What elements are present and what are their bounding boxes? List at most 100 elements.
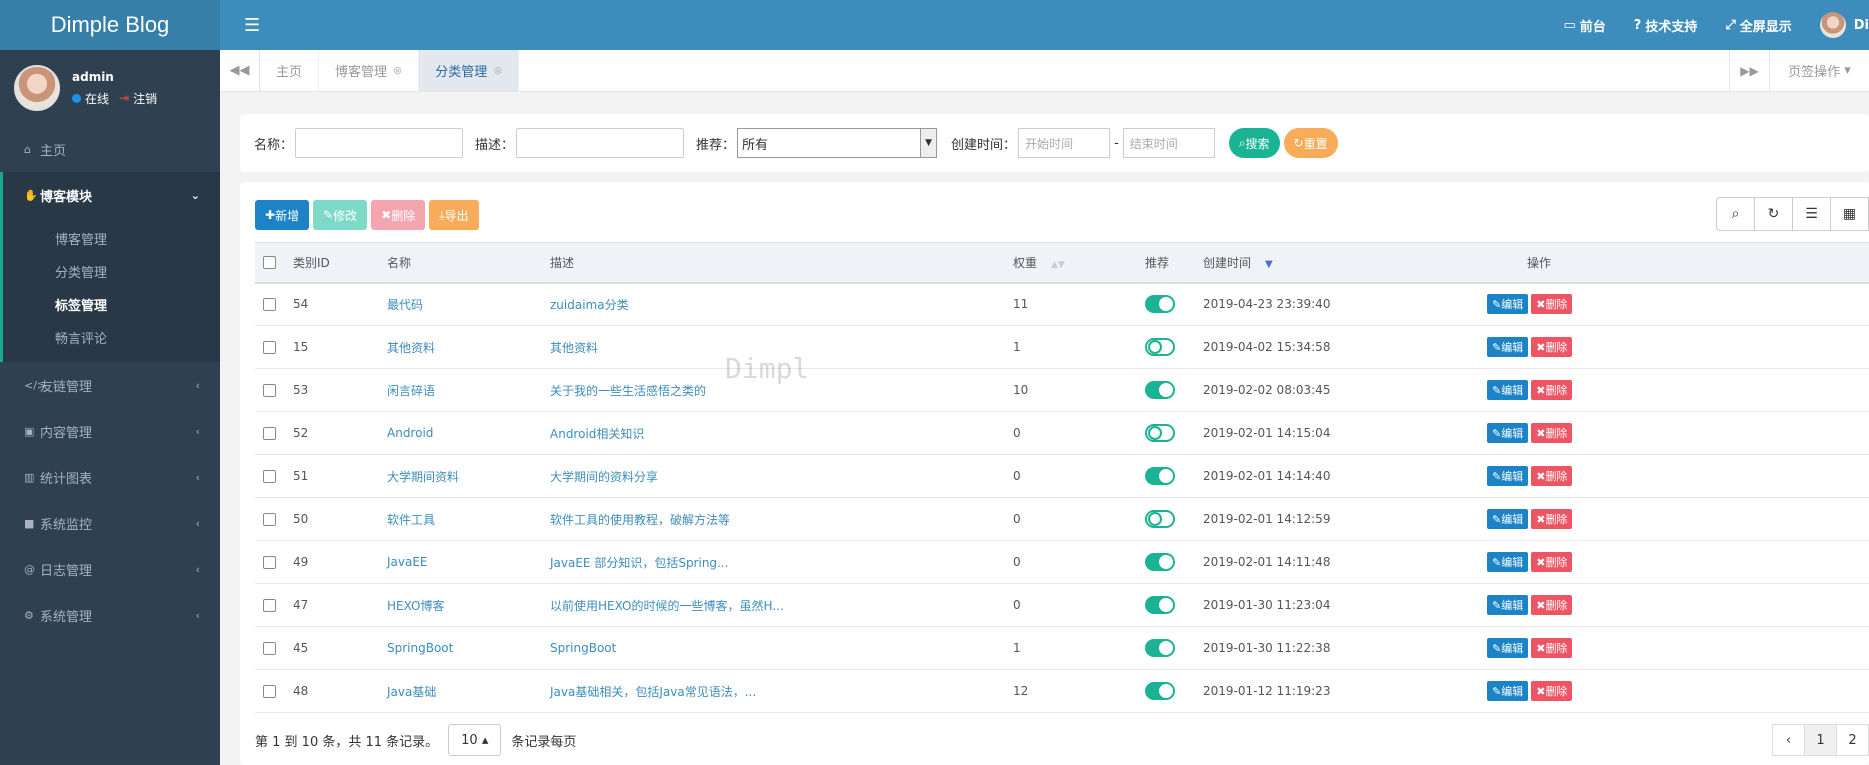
sidebar-subitem-2[interactable]: 标签管理 bbox=[3, 288, 220, 321]
row-delete-button[interactable]: ✖ 删除 bbox=[1531, 552, 1573, 572]
sidebar-item-5[interactable]: ■ 系统监控 ‹ bbox=[0, 500, 220, 546]
row-edit-button[interactable]: ✎ 编辑 bbox=[1487, 552, 1529, 572]
sidebar-item-2[interactable]: </> 友链管理 ‹ bbox=[0, 362, 220, 408]
close-icon[interactable]: ⊗ bbox=[493, 64, 502, 77]
row-delete-button[interactable]: ✖ 删除 bbox=[1531, 466, 1573, 486]
sidebar-subitem-3[interactable]: 畅言评论 bbox=[3, 321, 220, 354]
cell-name[interactable]: 闲言碎语 bbox=[379, 369, 542, 412]
row-edit-button[interactable]: ✎ 编辑 bbox=[1487, 423, 1529, 443]
table-row[interactable]: 50 软件工具 软件工具的使用教程，破解方法等 0 2019-02-01 14:12:5… bbox=[255, 498, 1869, 541]
logout-icon[interactable]: ⇥ bbox=[119, 91, 129, 105]
select-all-checkbox-cell[interactable] bbox=[255, 243, 285, 283]
cell-desc[interactable]: SpringBoot bbox=[542, 627, 1005, 670]
recommend-toggle[interactable] bbox=[1145, 639, 1175, 657]
row-delete-button[interactable]: ✖ 删除 bbox=[1531, 294, 1573, 315]
recommend-toggle[interactable] bbox=[1145, 553, 1175, 571]
export-button[interactable]: ⤓ 导出 bbox=[429, 200, 479, 230]
row-edit-button[interactable]: ✎ 编辑 bbox=[1487, 509, 1529, 529]
add-button[interactable]: ✚ 新增 bbox=[255, 200, 310, 230]
row-delete-button[interactable]: ✖ 删除 bbox=[1531, 595, 1573, 615]
sidebar-item-0[interactable]: ⌂ 主页 bbox=[0, 126, 220, 172]
cell-desc[interactable]: zuidaima分类 bbox=[542, 283, 1005, 326]
search-toggle-icon[interactable]: ⌕ bbox=[1716, 197, 1755, 231]
sidebar-item-6[interactable]: @ 日志管理 ‹ bbox=[0, 546, 220, 592]
tab-1[interactable]: 博客管理 ⊗ bbox=[319, 50, 420, 91]
row-delete-button[interactable]: ✖ 删除 bbox=[1531, 423, 1573, 443]
recommend-toggle[interactable] bbox=[1145, 424, 1175, 442]
cell-desc[interactable]: 以前使用HEXO的时候的一些博客，虽然H... bbox=[542, 584, 1005, 627]
row-edit-button[interactable]: ✎ 编辑 bbox=[1487, 638, 1529, 658]
col-desc[interactable]: 描述 bbox=[542, 243, 1005, 283]
cell-desc[interactable]: Android相关知识 bbox=[542, 412, 1005, 455]
tab-operations-dropdown[interactable]: 页签操作 ▾ bbox=[1769, 50, 1869, 91]
row-checkbox[interactable] bbox=[263, 470, 276, 483]
user-menu[interactable]: Di bbox=[1819, 12, 1869, 38]
frontend-link[interactable]: ▭ 前台 bbox=[1563, 16, 1605, 35]
cell-name[interactable]: JavaEE bbox=[379, 541, 542, 584]
reset-button[interactable]: ↻ 重置 bbox=[1283, 128, 1338, 158]
sidebar-item-3[interactable]: ▣ 内容管理 ‹ bbox=[0, 408, 220, 454]
row-delete-button[interactable]: ✖ 删除 bbox=[1531, 638, 1573, 658]
row-edit-button[interactable]: ✎ 编辑 bbox=[1487, 294, 1529, 315]
avatar[interactable] bbox=[14, 65, 60, 111]
recommend-toggle[interactable] bbox=[1145, 295, 1175, 314]
page-button-1[interactable]: 1 bbox=[1804, 724, 1837, 756]
table-row[interactable]: 15 其他资料 其他资料 1 2019-04-02 15:34:58 ✎ 编辑 ✖ 删除 bbox=[255, 326, 1869, 369]
cell-name[interactable]: SpringBoot bbox=[379, 627, 542, 670]
row-checkbox[interactable] bbox=[263, 642, 276, 655]
end-date-input[interactable]: 结束时间 bbox=[1122, 128, 1215, 158]
cell-desc[interactable]: 软件工具的使用教程，破解方法等 bbox=[542, 498, 1005, 541]
row-delete-button[interactable]: ✖ 删除 bbox=[1531, 509, 1573, 529]
row-checkbox[interactable] bbox=[263, 556, 276, 569]
row-checkbox[interactable] bbox=[263, 341, 276, 354]
delete-button[interactable]: ✖ 删除 bbox=[371, 200, 426, 230]
row-delete-button[interactable]: ✖ 删除 bbox=[1531, 681, 1573, 701]
row-checkbox[interactable] bbox=[263, 298, 276, 312]
table-row[interactable]: 45 SpringBoot SpringBoot 1 2019-01-30 11:22:… bbox=[255, 627, 1869, 670]
table-row[interactable]: 54 最代码 zuidaima分类 11 2019-04-23 23:39:40 ✎ 编辑 ✖… bbox=[255, 283, 1869, 326]
page-size-select[interactable]: 10 ▴ bbox=[448, 724, 502, 756]
start-date-input[interactable]: 开始时间 bbox=[1018, 128, 1111, 158]
row-delete-button[interactable]: ✖ 删除 bbox=[1531, 380, 1573, 400]
recommend-select[interactable]: 所有 ▼ bbox=[737, 128, 938, 158]
page-button-2[interactable]: 2 bbox=[1836, 724, 1869, 756]
row-checkbox[interactable] bbox=[263, 685, 276, 698]
cell-desc[interactable]: 大学期间的资料分享 bbox=[542, 455, 1005, 498]
tab-scroll-right-icon[interactable]: ▶▶ bbox=[1729, 50, 1769, 91]
recommend-toggle[interactable] bbox=[1145, 596, 1175, 614]
col-name[interactable]: 名称 bbox=[379, 243, 542, 283]
cell-name[interactable]: 最代码 bbox=[379, 283, 542, 326]
tab-2[interactable]: 分类管理 ⊗ bbox=[419, 50, 520, 91]
recommend-toggle[interactable] bbox=[1145, 381, 1175, 399]
brand-logo[interactable]: Dimple Blog bbox=[0, 0, 220, 50]
sidebar-subitem-0[interactable]: 博客管理 bbox=[3, 222, 220, 255]
edit-button[interactable]: ✎ 修改 bbox=[313, 200, 368, 230]
close-icon[interactable]: ⊗ bbox=[393, 64, 402, 77]
table-row[interactable]: 49 JavaEE JavaEE 部分知识，包括Spring... 0 2019-02-… bbox=[255, 541, 1869, 584]
table-row[interactable]: 52 Android Android相关知识 0 2019-02-01 14:15:04… bbox=[255, 412, 1869, 455]
cell-name[interactable]: 其他资料 bbox=[379, 326, 542, 369]
tab-scroll-left-icon[interactable]: ◀◀ bbox=[220, 50, 260, 91]
search-button[interactable]: ⌕ 搜索 bbox=[1228, 128, 1280, 158]
col-created[interactable]: 创建时间 ▼ bbox=[1195, 243, 1487, 283]
table-row[interactable]: 47 HEXO博客 以前使用HEXO的时候的一些博客，虽然H... 0 2019-01-… bbox=[255, 584, 1869, 627]
recommend-toggle[interactable] bbox=[1145, 510, 1175, 528]
columns-icon[interactable]: ▦ bbox=[1830, 197, 1869, 231]
sidebar-item-4[interactable]: ▥ 统计图表 ‹ bbox=[0, 454, 220, 500]
table-row[interactable]: 51 大学期间资料 大学期间的资料分享 0 2019-02-01 14:14:40 ✎ 编辑… bbox=[255, 455, 1869, 498]
cell-name[interactable]: HEXO博客 bbox=[379, 584, 542, 627]
cell-name[interactable]: 大学期间资料 bbox=[379, 455, 542, 498]
row-edit-button[interactable]: ✎ 编辑 bbox=[1487, 681, 1529, 701]
recommend-toggle[interactable] bbox=[1145, 682, 1175, 700]
desc-input[interactable] bbox=[516, 128, 685, 158]
cell-name[interactable]: Android bbox=[379, 412, 542, 455]
cell-desc[interactable]: Java基础相关，包括Java常见语法，... bbox=[542, 670, 1005, 713]
sidebar-item-1[interactable]: ✋ 博客模块 ⌄ bbox=[0, 172, 220, 218]
page-button-0[interactable]: ‹ bbox=[1772, 724, 1805, 756]
cell-name[interactable]: Java基础 bbox=[379, 670, 542, 713]
fullscreen-link[interactable]: ⤢ 全屏显示 bbox=[1725, 16, 1791, 35]
table-row[interactable]: 53 闲言碎语 关于我的一些生活感悟之类的 10 2019-02-02 08:03:45… bbox=[255, 369, 1869, 412]
row-checkbox[interactable] bbox=[263, 427, 276, 440]
row-edit-button[interactable]: ✎ 编辑 bbox=[1487, 337, 1529, 357]
cell-desc[interactable]: JavaEE 部分知识，包括Spring... bbox=[542, 541, 1005, 584]
